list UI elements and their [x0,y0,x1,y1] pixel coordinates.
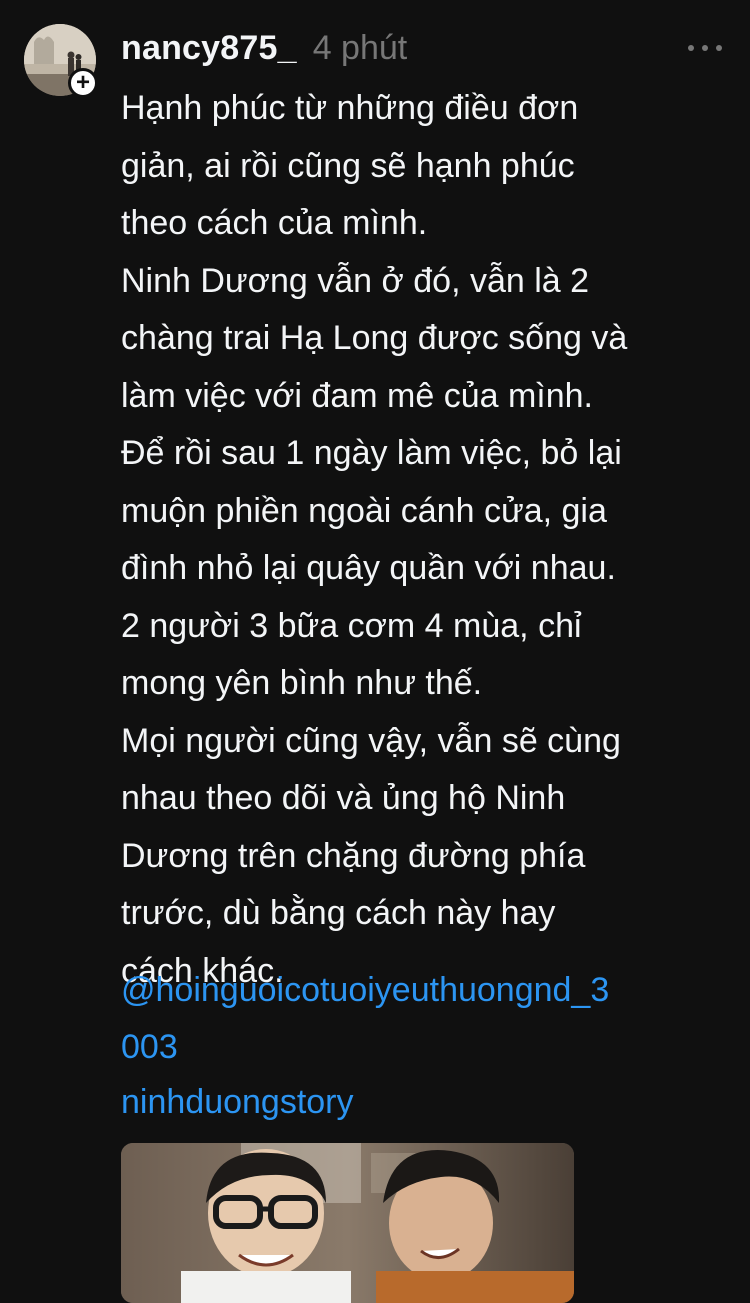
follow-button[interactable]: + [68,68,98,98]
post-body-line: 2 người 3 bữa cơm 4 mùa, chỉ [121,606,582,645]
username[interactable]: nancy875_ [121,29,297,68]
post-image[interactable] [121,1143,574,1303]
post-body-line: làm việc với đam mê của mình. [121,376,593,415]
thread-post: + nancy875_ 4 phút Hạnh phúc từ những đi… [0,0,750,1303]
post-body-line: Hạnh phúc từ những điều đơn [121,89,579,127]
mention-link[interactable]: @hoinguoicotuoiyeuthuongnd_3 003 [121,962,736,1076]
more-horizontal-icon-dot [716,45,722,51]
post-body-line: muộn phiền ngoài cánh cửa, gia [121,491,607,530]
post-body-line: đình nhỏ lại quây quần với nhau. [121,549,616,587]
more-horizontal-icon [688,45,694,51]
post-body-line: trước, dù bằng cách này hay [121,894,556,932]
plus-icon: + [75,69,90,96]
post-image-content [121,1143,574,1303]
more-horizontal-icon-dot [702,45,708,51]
mention-line[interactable]: 003 [121,1019,736,1076]
post-body-line: theo cách của mình. [121,204,428,242]
post-body-line: nhau theo dõi và ủng hộ Ninh [121,779,566,817]
post-time: 4 phút [312,28,408,67]
post-body-line: Mọi người cũng vậy, vẫn sẽ cùng [121,721,621,760]
topic-tag-link[interactable]: ninhduongstory [121,1074,354,1131]
post-body-line: Để rồi sau 1 ngày làm việc, bỏ lại [121,434,622,472]
post-body-line: giản, ai rồi cũng sẽ hạnh phúc [121,146,575,185]
avatar-container[interactable]: + [24,24,98,98]
post-body-line: Ninh Dương vẫn ở đó, vẫn là 2 [121,261,590,300]
post-header: nancy875_ 4 phút [121,22,407,74]
mention-line[interactable]: @hoinguoicotuoiyeuthuongnd_3 [121,962,736,1019]
post-body-line: Dương trên chặng đường phía [121,836,586,875]
post-body-line: mong yên bình như thế. [121,664,483,702]
post-body: Hạnh phúc từ những điều đơn giản, ai rồi… [121,80,736,1000]
post-body-line: chàng trai Hạ Long được sống và [121,319,628,357]
more-options-button[interactable] [688,38,722,58]
